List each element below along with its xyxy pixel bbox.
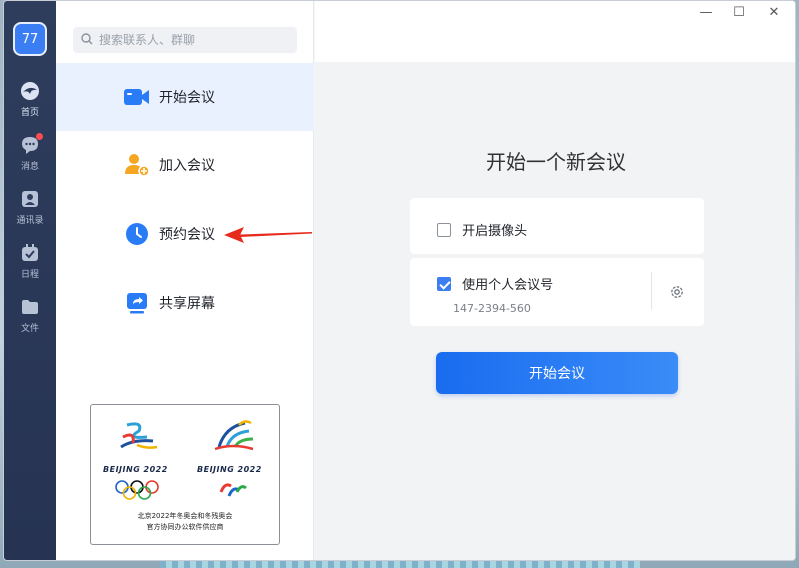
beijing-2022-olympic-emblem xyxy=(113,417,161,465)
unread-dot xyxy=(36,133,43,140)
search-input[interactable] xyxy=(99,33,289,47)
camera-label: 开启摄像头 xyxy=(462,224,528,239)
home-icon xyxy=(20,81,40,101)
minimize-button[interactable]: — xyxy=(695,5,717,20)
search-box[interactable] xyxy=(73,27,297,53)
paralympic-agitos-icon xyxy=(219,480,247,504)
olympic-rings-icon xyxy=(115,480,159,504)
sponsor-caption-line1: 北京2022年冬奥会和冬残奥会 xyxy=(137,512,233,520)
personal-id-checkbox[interactable] xyxy=(437,276,451,291)
gear-icon[interactable] xyxy=(669,284,685,304)
olympic-sponsor-badge: BEIJING 2022 BEIJING 2022 北京2022年冬奥会和冬残奥… xyxy=(90,404,280,545)
rail-label: 日程 xyxy=(20,270,39,280)
close-button[interactable]: ✕ xyxy=(763,5,785,20)
rail-item-calendar[interactable]: 日程 xyxy=(4,243,56,280)
rail-item-files[interactable]: 文件 xyxy=(4,297,56,334)
maximize-button[interactable]: ☐ xyxy=(728,5,750,20)
rail-item-messages[interactable]: 消息 xyxy=(4,133,56,172)
start-meeting-button[interactable]: 开始会议 xyxy=(436,352,678,394)
menu-share-screen[interactable]: 共享屏幕 xyxy=(56,269,314,337)
personal-id-card: 使用个人会议号 147-2394-560 xyxy=(410,258,704,326)
beijing-2022-paralympic-emblem xyxy=(209,417,257,465)
rail-label: 通讯录 xyxy=(16,216,44,226)
card-divider xyxy=(651,272,652,310)
rail-item-contacts[interactable]: 通讯录 xyxy=(4,189,56,226)
title-bar: — ☐ ✕ xyxy=(315,1,795,62)
folder-icon xyxy=(20,297,40,317)
rail-label: 文件 xyxy=(20,324,39,334)
camera-option-card: 开启摄像头 xyxy=(410,198,704,254)
page-title: 开始一个新会议 xyxy=(486,150,626,174)
emblem-text-right: BEIJING 2022 xyxy=(197,465,262,474)
app-window: 77 首页 消息 通讯录 日程 文件 搜索联系人、群聊 开始会议 加入会议 预约… xyxy=(3,0,796,561)
calendar-icon xyxy=(20,243,40,263)
menu-item-label: 共享屏幕 xyxy=(159,296,215,312)
sponsor-caption-line2: 官方协同办公软件供应商 xyxy=(146,523,224,531)
clock-icon xyxy=(124,221,150,247)
rail-item-home[interactable]: 首页 xyxy=(4,81,56,118)
video-camera-icon xyxy=(124,84,150,110)
nav-rail: 77 首页 消息 通讯录 日程 文件 xyxy=(4,1,56,560)
menu-item-label: 加入会议 xyxy=(159,158,215,174)
rail-label: 消息 xyxy=(20,162,39,172)
add-user-icon xyxy=(124,152,150,178)
avatar[interactable]: 77 xyxy=(13,22,47,56)
chat-icon xyxy=(20,133,43,155)
menu-join-meeting[interactable]: 加入会议 xyxy=(56,131,314,199)
emblem-text-left: BEIJING 2022 xyxy=(103,465,168,474)
camera-checkbox[interactable] xyxy=(437,222,451,237)
new-meeting-panel: 开始一个新会议 开启摄像头 使用个人会议号 147-2394-560 开始会议 xyxy=(315,62,795,560)
annotation-arrow xyxy=(224,227,312,243)
share-screen-icon xyxy=(124,290,150,316)
search-icon xyxy=(81,32,93,48)
menu-item-label: 开始会议 xyxy=(159,90,215,106)
contacts-icon xyxy=(20,189,40,209)
personal-id-label: 使用个人会议号 xyxy=(462,278,554,293)
menu-item-label: 预约会议 xyxy=(159,227,215,243)
menu-start-meeting[interactable]: 开始会议 xyxy=(56,63,314,131)
meeting-menu-panel: 开始会议 加入会议 预约会议 共享屏幕 xyxy=(56,1,314,560)
rail-label: 首页 xyxy=(20,108,39,118)
personal-id-value: 147-2394-560 xyxy=(453,302,531,315)
